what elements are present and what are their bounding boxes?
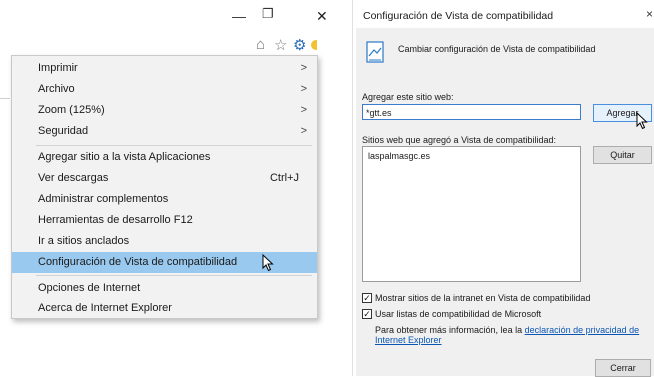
- menu-item-archivo[interactable]: Archivo >: [12, 79, 317, 100]
- menu-item-label: Acerca de Internet Explorer: [38, 302, 172, 314]
- site-listbox[interactable]: laspalmasgc.es: [362, 146, 581, 282]
- menu-item-seguridad[interactable]: Seguridad >: [12, 121, 317, 142]
- menu-separator: [36, 145, 312, 146]
- mouse-cursor-icon: [636, 112, 648, 130]
- info-paragraph: Para obtener más información, lea la dec…: [375, 325, 650, 345]
- menu-item-opciones-internet[interactable]: Opciones de Internet: [12, 278, 317, 299]
- menu-item-shortcut: Ctrl+J: [269, 172, 299, 184]
- cerrar-button[interactable]: Cerrar: [595, 359, 651, 377]
- minimize-button[interactable]: —: [232, 8, 246, 24]
- submenu-arrow-icon: >: [300, 104, 307, 116]
- home-icon[interactable]: ⌂: [256, 36, 265, 53]
- menu-item-vista-compatibilidad[interactable]: Configuración de Vista de compatibilidad: [12, 252, 317, 273]
- menu-item-label: Herramientas de desarrollo F12: [38, 214, 193, 226]
- mouse-cursor-icon: [262, 254, 274, 272]
- remove-button[interactable]: Quitar: [593, 146, 652, 164]
- menu-item-imprimir[interactable]: Imprimir >: [12, 58, 317, 79]
- intranet-checkbox-label: Mostrar sitios de la intranet en Vista d…: [375, 293, 591, 303]
- remove-button-label: Quitar: [610, 150, 635, 160]
- close-window-button[interactable]: ✕: [316, 8, 328, 25]
- dialog-header-text: Cambiar configuración de Vista de compat…: [398, 44, 596, 54]
- menu-item-label: Ver descargas: [38, 172, 109, 184]
- menu-item-label: Agregar sitio a la vista Aplicaciones: [38, 151, 211, 163]
- menu-item-ver-descargas[interactable]: Ver descargas Ctrl+J: [12, 168, 317, 189]
- menu-item-label: Opciones de Internet: [38, 282, 141, 294]
- intranet-checkbox[interactable]: ✓: [362, 293, 372, 303]
- menu-item-label: Seguridad: [38, 125, 89, 137]
- tools-menu: Imprimir > Archivo > Zoom (125%) > Segur…: [11, 55, 318, 319]
- microsoft-lists-checkbox[interactable]: ✓: [362, 309, 372, 319]
- page-divider: [0, 98, 10, 99]
- menu-item-herramientas-desarrollo[interactable]: Herramientas de desarrollo F12: [12, 210, 317, 231]
- dialog-close-icon[interactable]: ×: [646, 7, 653, 21]
- menu-item-agregar-sitio-aplicaciones[interactable]: Agregar sitio a la vista Aplicaciones: [12, 147, 317, 168]
- menu-item-administrar-complementos[interactable]: Administrar complementos: [12, 189, 317, 210]
- favorites-star-icon[interactable]: ☆: [274, 36, 287, 54]
- menu-item-sitios-anclados[interactable]: Ir a sitios anclados: [12, 231, 317, 252]
- site-list-label: Sitios web que agregó a Vista de compati…: [362, 135, 556, 145]
- menu-separator: [36, 275, 312, 276]
- microsoft-lists-checkbox-label: Usar listas de compatibilidad de Microso…: [375, 309, 542, 319]
- submenu-arrow-icon: >: [300, 62, 307, 74]
- compatibility-page-icon: [366, 41, 384, 63]
- add-site-label: Agregar este sitio web:: [362, 92, 454, 102]
- menu-item-label: Archivo: [38, 83, 75, 95]
- menu-item-acerca-de-ie[interactable]: Acerca de Internet Explorer: [12, 298, 317, 319]
- info-text: Para obtener más información, lea la: [375, 325, 523, 335]
- restore-button[interactable]: ❐: [262, 6, 274, 22]
- tools-gear-icon[interactable]: ⚙: [293, 36, 306, 54]
- menu-item-label: Imprimir: [38, 62, 78, 74]
- submenu-arrow-icon: >: [300, 83, 307, 95]
- menu-item-zoom[interactable]: Zoom (125%) >: [12, 100, 317, 121]
- add-site-input[interactable]: *gtt.es: [362, 104, 581, 120]
- menu-item-label: Administrar complementos: [38, 193, 169, 205]
- smiley-icon[interactable]: [311, 40, 317, 50]
- submenu-arrow-icon: >: [300, 125, 307, 137]
- menu-item-label: Ir a sitios anclados: [38, 235, 130, 247]
- list-item[interactable]: laspalmasgc.es: [368, 151, 430, 161]
- menu-item-label: Configuración de Vista de compatibilidad: [38, 256, 238, 268]
- dialog-title: Configuración de Vista de compatibilidad: [363, 10, 554, 22]
- add-button-label: Agregar: [606, 108, 639, 118]
- menu-item-label: Zoom (125%): [38, 104, 105, 116]
- cerrar-button-label: Cerrar: [610, 363, 636, 373]
